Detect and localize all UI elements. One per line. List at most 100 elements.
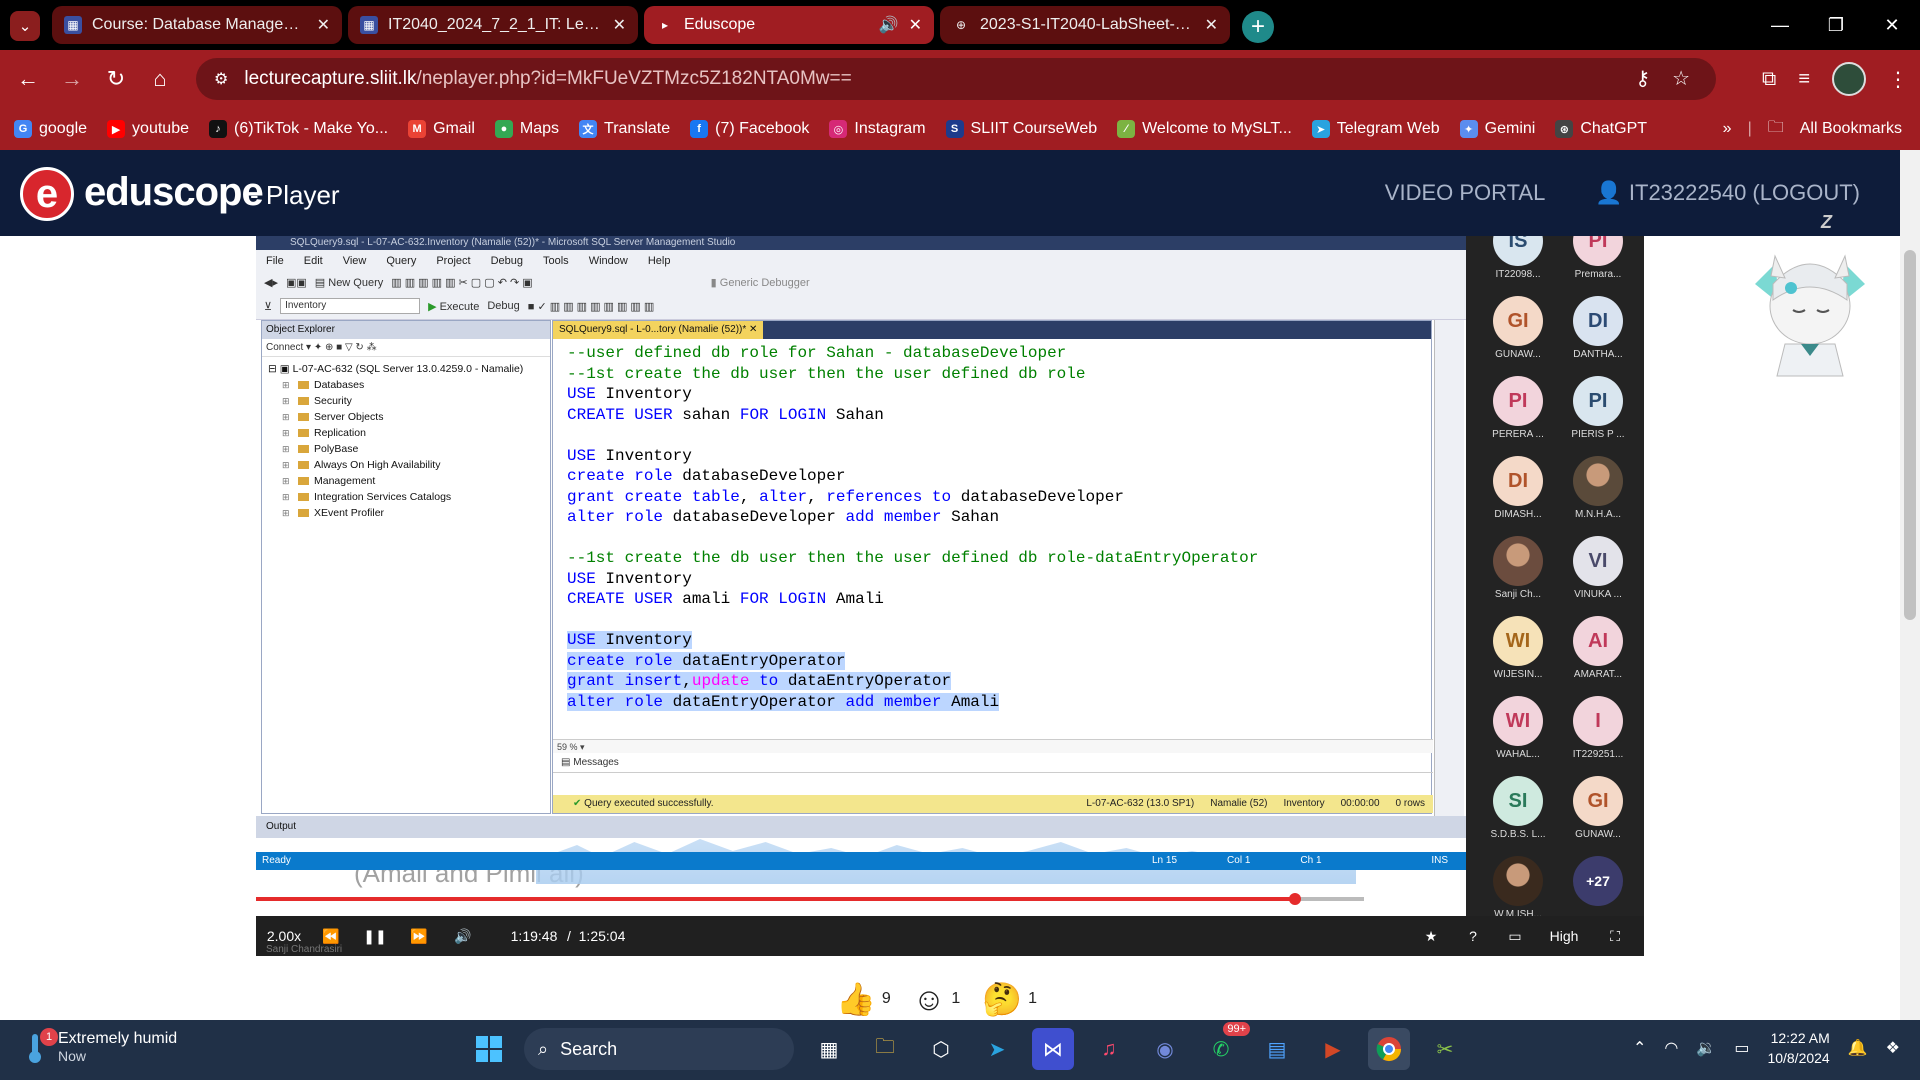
participant-tile[interactable]: DI DANTHA... (1558, 294, 1638, 374)
reload-icon[interactable]: ↻ (102, 65, 130, 93)
fast-forward-icon[interactable]: ⏩ (404, 916, 434, 956)
notification-bell-icon[interactable]: 🔔 (1848, 1038, 1868, 1058)
powerpoint-icon[interactable]: ▶ (1312, 1028, 1354, 1070)
participant-tile[interactable]: WI WIJESIN... (1478, 614, 1558, 694)
bookmark-star-icon[interactable]: ☆ (1672, 66, 1690, 91)
app-icon[interactable]: ⬡ (920, 1028, 962, 1070)
chevron-up-icon[interactable]: ⌃ (1633, 1038, 1646, 1058)
chat-icon[interactable]: ▭ (1500, 916, 1530, 956)
participant-tile[interactable]: PI Premara... (1558, 236, 1638, 294)
media-control-icon[interactable]: ≡ (1798, 68, 1810, 91)
tab-lecture[interactable]: ▦ IT2040_2024_7_2_1_IT: Lecture C ✕ (348, 6, 638, 44)
chrome-icon[interactable] (1368, 1028, 1410, 1070)
participant-tile[interactable]: AI AMARAT... (1558, 614, 1638, 694)
minimize-icon[interactable]: — (1752, 0, 1808, 50)
bookmark-item[interactable]: f (7) Facebook (690, 120, 809, 138)
bookmark-item[interactable]: ▶ youtube (107, 120, 189, 138)
like-reaction[interactable]: 👍 9 (836, 980, 891, 1018)
copilot-icon[interactable]: ❖ (1886, 1038, 1900, 1058)
windows-start-icon[interactable] (468, 1028, 510, 1070)
close-icon[interactable]: ✕ (613, 15, 626, 35)
bookmark-item[interactable]: ⁄ Welcome to MySLT... (1117, 120, 1292, 138)
home-icon[interactable]: ⌂ (146, 65, 174, 93)
participant-tile[interactable]: M.N.H.A... (1558, 454, 1638, 534)
snipping-tool-icon[interactable]: ✂ (1424, 1028, 1466, 1070)
progress-handle[interactable] (1289, 893, 1302, 905)
quality-button[interactable]: High (1544, 916, 1584, 956)
participant-tile[interactable]: WI WAHAL... (1478, 694, 1558, 774)
extensions-icon[interactable]: ⧉ (1762, 68, 1776, 91)
telegram-icon[interactable]: ➤ (976, 1028, 1018, 1070)
think-reaction[interactable]: 🤔 1 (982, 980, 1037, 1018)
participant-tile[interactable]: PI PIERIS P ... (1558, 374, 1638, 454)
back-icon[interactable]: ← (14, 65, 42, 93)
bookmark-item[interactable]: Ggoogle (14, 120, 87, 138)
fullscreen-icon[interactable]: ⛶ (1600, 916, 1630, 956)
bookmark-item[interactable]: 文 Translate (579, 120, 670, 138)
notepad-icon[interactable]: ▤ (1256, 1028, 1298, 1070)
tab-eduscope[interactable]: ▸ Eduscope 🔊 ✕ (644, 6, 934, 44)
participant-tile[interactable]: PI PERERA ... (1478, 374, 1558, 454)
volume-icon[interactable]: 🔊 (448, 916, 478, 956)
participant-tile[interactable]: IS IT22098... (1478, 236, 1558, 294)
password-key-icon[interactable]: ⚷ (1635, 66, 1650, 91)
participant-tile[interactable]: GI GUNAW... (1558, 774, 1638, 854)
profile-avatar[interactable] (1832, 62, 1866, 96)
bookmark-item[interactable]: M Gmail (408, 120, 475, 138)
menu-kebab-icon[interactable]: ⋮ (1888, 67, 1908, 92)
tab-search-button[interactable]: ⌄ (10, 11, 40, 41)
progress-bar[interactable] (256, 893, 1364, 905)
star-icon[interactable]: ★ (1416, 916, 1446, 956)
scrollbar-thumb[interactable] (1904, 250, 1916, 620)
weather-widget[interactable]: 1 Extremely humid Now (24, 1028, 177, 1064)
participant-tile[interactable]: SI S.D.B.S. L... (1478, 774, 1558, 854)
close-icon[interactable]: ✕ (909, 15, 922, 35)
discord-icon[interactable]: ◉ (1144, 1028, 1186, 1070)
bookmark-item[interactable]: ● Maps (494, 120, 559, 138)
site-info-icon[interactable]: ⚙ (214, 69, 228, 89)
more-bookmarks-icon[interactable]: » (1723, 120, 1732, 138)
smile-reaction[interactable]: ☺ 1 (913, 981, 961, 1018)
url-field[interactable]: ⚙ lecturecapture.sliit.lk/neplayer.php?i… (196, 58, 1716, 100)
participant-tile[interactable]: +27 (1558, 854, 1638, 916)
restore-icon[interactable]: ❐ (1808, 0, 1864, 50)
task-view-icon[interactable]: ▦ (808, 1028, 850, 1070)
close-icon[interactable]: ✕ (317, 15, 330, 35)
participant-tile[interactable]: W.M.ISH... (1478, 854, 1558, 916)
pause-icon[interactable]: ❚❚ (360, 916, 390, 956)
bookmark-item[interactable]: S SLIIT CourseWeb (945, 120, 1097, 138)
bookmark-item[interactable]: ♪ (6)TikTok - Make Yo... (208, 120, 388, 138)
logo-text[interactable]: eduscope (84, 170, 264, 215)
tab-labsheet[interactable]: ⊕ 2023-S1-IT2040-LabSheet-06.p ✕ (940, 6, 1230, 44)
bookmark-item[interactable]: ✦ Gemini (1459, 120, 1535, 138)
music-icon[interactable]: ♫ (1088, 1028, 1130, 1070)
bookmark-item[interactable]: ➤ Telegram Web (1311, 120, 1440, 138)
participant-tile[interactable]: Sanji Ch... (1478, 534, 1558, 614)
all-bookmarks-button[interactable]: All Bookmarks (1800, 120, 1902, 138)
video-portal-link[interactable]: VIDEO PORTAL (1385, 180, 1546, 206)
page-scrollbar[interactable] (1900, 150, 1920, 1020)
rewind-icon[interactable]: ⏪ (316, 916, 346, 956)
volume-icon[interactable]: 🔉 (1696, 1038, 1716, 1058)
visual-studio-icon[interactable]: ⋈ (1032, 1028, 1074, 1070)
battery-icon[interactable]: ▭ (1734, 1038, 1749, 1058)
audio-icon[interactable]: 🔊 (879, 15, 899, 35)
participant-tile[interactable]: DI DIMASH... (1478, 454, 1558, 534)
bookmark-item[interactable]: ⊛ ChatGPT (1555, 120, 1647, 138)
help-icon[interactable]: ? (1458, 916, 1488, 956)
taskbar-search[interactable]: ⌕ Search (524, 1028, 794, 1070)
participant-tile[interactable]: I IT229251... (1558, 694, 1638, 774)
participant-tile[interactable]: GI GUNAW... (1478, 294, 1558, 374)
forward-icon[interactable]: → (58, 65, 86, 93)
close-icon[interactable]: ✕ (1205, 15, 1218, 35)
whatsapp-icon[interactable]: ✆ 99+ (1200, 1022, 1250, 1070)
new-tab-button[interactable]: + (1242, 11, 1274, 43)
close-window-icon[interactable]: ✕ (1864, 0, 1920, 50)
bookmark-item[interactable]: ◎ Instagram (829, 120, 926, 138)
participant-tile[interactable]: VI VINUKA ... (1558, 534, 1638, 614)
user-logout-link[interactable]: 👤 IT23222540 (LOGOUT) (1595, 180, 1860, 206)
video-frame[interactable]: SQLQuery9.sql - L-07-AC-632.Inventory (N… (256, 236, 1466, 956)
clock[interactable]: 12:22 AM 10/8/2024 (1767, 1028, 1829, 1068)
wifi-icon[interactable]: ◠ (1664, 1038, 1678, 1058)
file-explorer-icon[interactable]: 🗀 (864, 1028, 906, 1070)
